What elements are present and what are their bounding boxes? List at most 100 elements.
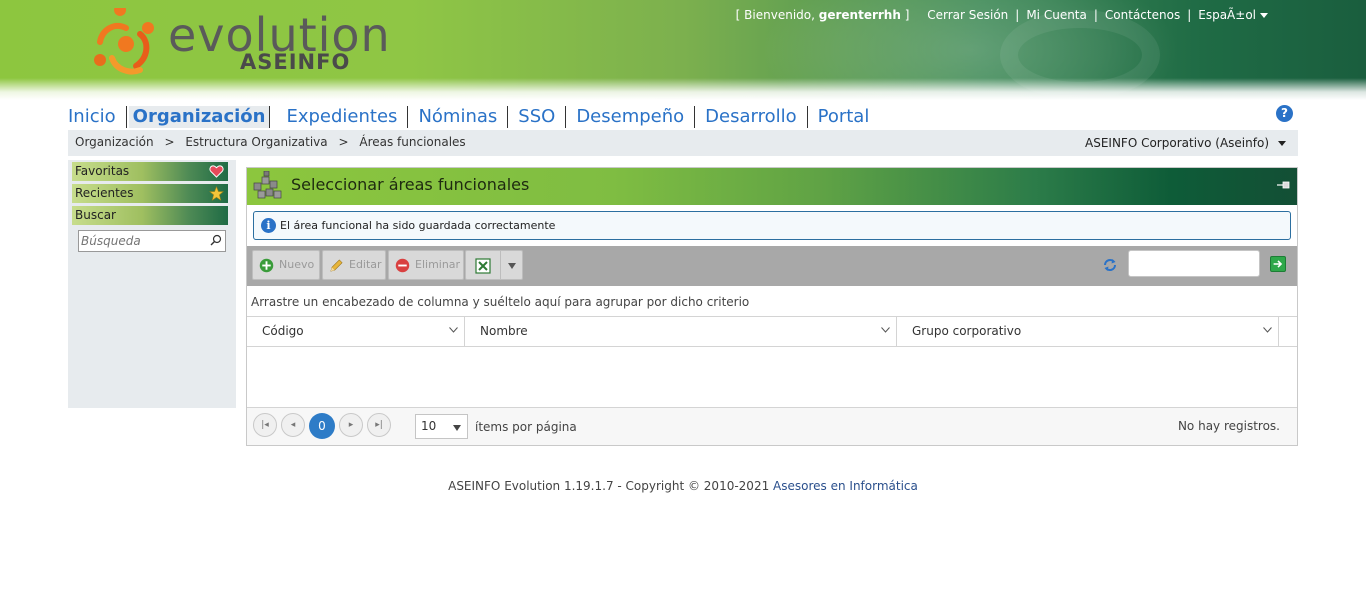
- grid-search-input[interactable]: [1128, 250, 1260, 277]
- help-icon[interactable]: ?: [1276, 105, 1293, 122]
- column-header-codigo[interactable]: Código: [247, 317, 465, 346]
- delete-button[interactable]: Eliminar: [388, 250, 464, 280]
- sidebar-search-input[interactable]: [79, 231, 205, 251]
- sidebar: Favoritas Recientes Buscar: [68, 160, 236, 408]
- first-page-button[interactable]: |◂: [253, 413, 277, 437]
- welcome-prefix: [ Bienvenido,: [735, 8, 815, 22]
- divider: |: [1093, 8, 1098, 22]
- excel-icon: [475, 258, 491, 274]
- chevron-down-icon[interactable]: [881, 327, 890, 333]
- divider: [500, 251, 501, 279]
- panel-title: Seleccionar áreas funcionales: [291, 175, 530, 194]
- breadcrumb-bar: Organización > Estructura Organizativa >…: [68, 130, 1298, 156]
- items-per-page-label: ítems por página: [475, 420, 577, 434]
- nav-item-portal[interactable]: Portal: [808, 106, 880, 128]
- edit-button-label: Editar: [349, 258, 382, 271]
- column-header-label: Nombre: [480, 324, 528, 338]
- footer-link[interactable]: Asesores en Informática: [773, 479, 918, 493]
- export-excel-button[interactable]: [465, 250, 523, 280]
- nav-item-expedientes[interactable]: Expedientes: [276, 106, 409, 128]
- username: gerenterrhh: [818, 8, 901, 22]
- alert-message: El área funcional ha sido guardada corre…: [280, 219, 556, 232]
- page-size-value: 10: [421, 419, 437, 433]
- grid-pager: |◂ ◂ 0 ▸ ▸| 10 ítems por página No hay r…: [247, 408, 1297, 445]
- sidebar-item-label: Buscar: [75, 208, 116, 222]
- logout-link[interactable]: Cerrar Sesión: [927, 8, 1008, 22]
- column-header-nombre[interactable]: Nombre: [465, 317, 897, 346]
- grid-body: [247, 347, 1297, 408]
- star-icon: [209, 186, 224, 201]
- nav-item-sso[interactable]: SSO: [508, 106, 567, 128]
- chevron-down-icon: [453, 425, 461, 431]
- column-header-grupo-corporativo[interactable]: Grupo corporativo: [897, 317, 1279, 346]
- delete-icon: [395, 258, 410, 273]
- logo-subtitle: ASEINFO: [240, 50, 351, 74]
- header-banner: evolution ASEINFO [ Bienvenido, gerenter…: [0, 0, 1366, 140]
- chevron-down-icon[interactable]: [508, 263, 516, 269]
- new-button[interactable]: Nuevo: [252, 250, 320, 280]
- footer: ASEINFO Evolution 1.19.1.7 - Copyright ©…: [0, 479, 1366, 493]
- chevron-down-icon[interactable]: [449, 327, 458, 333]
- breadcrumb-item[interactable]: Estructura Organizativa: [185, 135, 327, 149]
- sidebar-item-recent[interactable]: Recientes: [72, 184, 228, 203]
- divider: |: [1187, 8, 1192, 22]
- contact-link[interactable]: Contáctenos: [1105, 8, 1180, 22]
- page-size-select[interactable]: 10: [415, 414, 468, 439]
- sidebar-item-label: Recientes: [75, 186, 134, 200]
- logo[interactable]: evolution ASEINFO: [90, 6, 390, 86]
- pager-info: No hay registros.: [1177, 419, 1280, 433]
- company-label: ASEINFO Corporativo (Aseinfo): [1085, 136, 1269, 150]
- evolution-logo-icon: [94, 8, 154, 75]
- new-button-label: Nuevo: [279, 258, 315, 271]
- edit-button[interactable]: Editar: [322, 250, 386, 280]
- divider: |: [1015, 8, 1020, 22]
- search-icon[interactable]: [210, 234, 222, 246]
- next-page-button[interactable]: ▸: [339, 413, 363, 437]
- chevron-down-icon: [1278, 141, 1286, 146]
- column-header-label: Código: [262, 324, 304, 338]
- sidebar-search: [78, 230, 226, 252]
- org-structure-icon: [253, 171, 282, 199]
- language-selector[interactable]: EspaÃ±ol: [1198, 8, 1268, 22]
- company-selector[interactable]: ASEINFO Corporativo (Aseinfo): [1085, 136, 1286, 150]
- breadcrumb-separator: >: [338, 135, 349, 149]
- top-links: [ Bienvenido, gerenterrhh ] Cerrar Sesió…: [736, 8, 1268, 22]
- success-alert: i El área funcional ha sido guardada cor…: [253, 211, 1291, 240]
- breadcrumb-current: Áreas funcionales: [359, 135, 466, 149]
- breadcrumb-separator: >: [164, 135, 175, 149]
- nav-item-organizacion[interactable]: Organización: [128, 106, 271, 128]
- group-by-hint: Arrastre un encabezado de columna y suél…: [251, 295, 750, 309]
- prev-page-button[interactable]: ◂: [281, 413, 305, 437]
- welcome-suffix: ]: [904, 8, 910, 22]
- nav-item-desempeno[interactable]: Desempeño: [566, 106, 696, 128]
- breadcrumb-item[interactable]: Organización: [75, 135, 154, 149]
- info-icon: i: [261, 218, 276, 233]
- divider: [916, 8, 920, 22]
- nav-item-nominas[interactable]: Nóminas: [408, 106, 509, 128]
- account-link[interactable]: Mi Cuenta: [1026, 8, 1087, 22]
- language-label: EspaÃ±ol: [1198, 8, 1256, 22]
- footer-text: ASEINFO Evolution 1.19.1.7 - Copyright ©…: [448, 479, 770, 493]
- panel-header: Seleccionar áreas funcionales: [247, 168, 1297, 205]
- breadcrumb: Organización > Estructura Organizativa >…: [75, 135, 466, 149]
- grid-header: Código Nombre Grupo corporativo: [247, 316, 1297, 347]
- sidebar-item-label: Favoritas: [75, 164, 130, 178]
- heart-icon: [209, 165, 224, 178]
- sidebar-item-favorites[interactable]: Favoritas: [72, 162, 228, 181]
- go-arrow-icon[interactable]: [1270, 256, 1286, 272]
- nav-item-inicio[interactable]: Inicio: [68, 106, 127, 128]
- delete-button-label: Eliminar: [415, 258, 461, 271]
- chevron-down-icon[interactable]: [1263, 327, 1272, 333]
- chevron-down-icon: [1260, 13, 1268, 18]
- sidebar-item-search[interactable]: Buscar: [72, 206, 228, 225]
- refresh-icon[interactable]: [1102, 257, 1118, 273]
- last-page-button[interactable]: ▸|: [367, 413, 391, 437]
- current-page[interactable]: 0: [309, 413, 335, 439]
- nav-item-desarrollo[interactable]: Desarrollo: [695, 106, 808, 128]
- column-header-label: Grupo corporativo: [912, 324, 1022, 338]
- pin-icon[interactable]: [1277, 181, 1291, 189]
- pencil-icon: [330, 259, 343, 272]
- grid-toolbar: Nuevo Editar Eliminar: [247, 246, 1297, 286]
- functional-areas-panel: Seleccionar áreas funcionales i El área …: [246, 167, 1298, 446]
- banner-decoration-ring: [1000, 10, 1160, 100]
